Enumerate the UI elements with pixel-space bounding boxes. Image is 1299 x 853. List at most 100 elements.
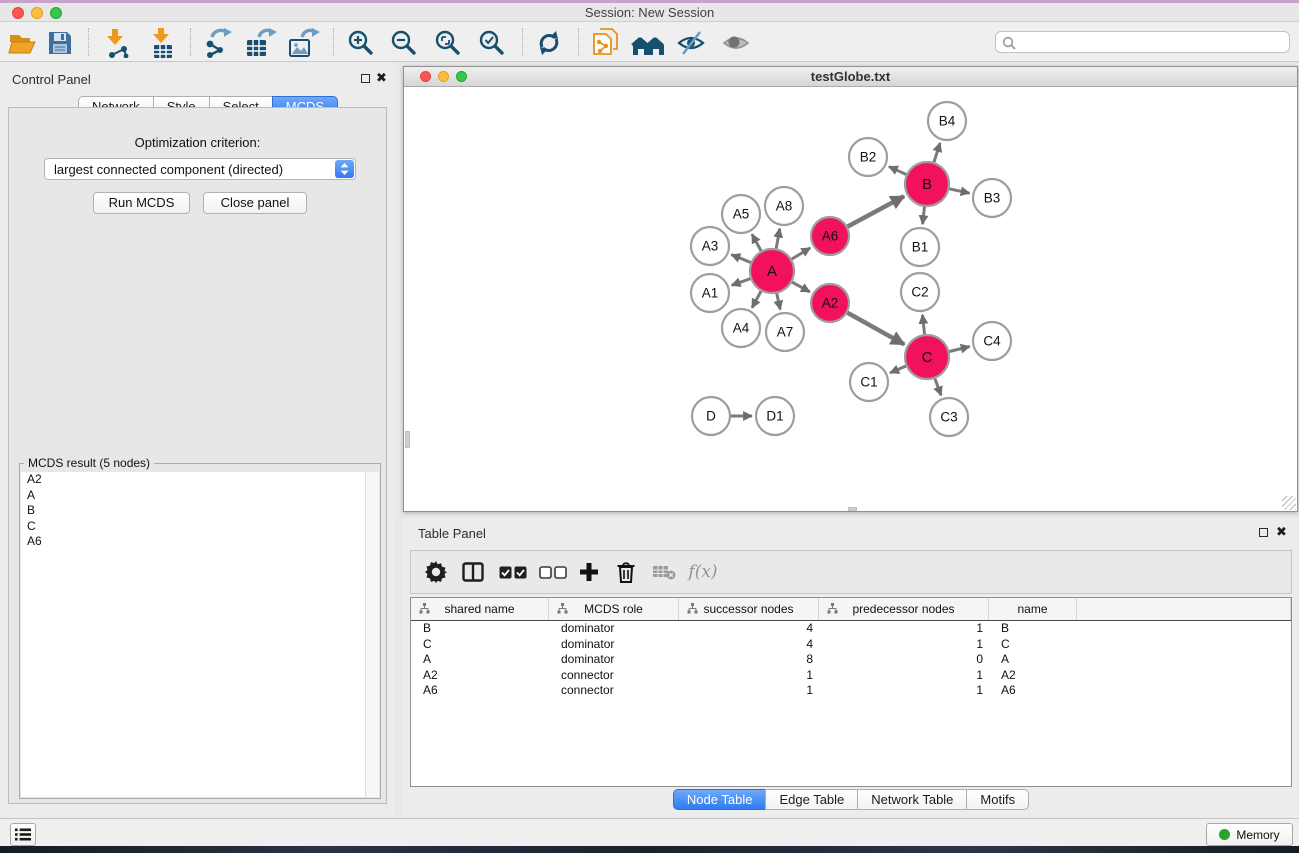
mcds-result-item[interactable]: A — [21, 488, 379, 504]
graph-node-B3[interactable]: B3 — [973, 179, 1011, 217]
delete-table-icon[interactable] — [646, 551, 682, 593]
graph-node-D[interactable]: D — [692, 397, 730, 435]
column-header-shared-name[interactable]: shared name — [411, 598, 549, 620]
memory-button[interactable]: Memory — [1206, 823, 1293, 846]
tab-motifs[interactable]: Motifs — [966, 789, 1029, 810]
network-window-titlebar[interactable]: testGlobe.txt — [404, 67, 1297, 87]
zoom-out-icon[interactable] — [387, 26, 421, 60]
graph-node-B[interactable]: B — [905, 162, 949, 206]
optimization-criterion-label: Optimization criterion: — [9, 135, 386, 150]
column-layout-icon[interactable] — [455, 551, 491, 593]
network-canvas[interactable]: B4 B2 B B3 B1 A5A8A6 A3 A A1 A2 C2 A4A7 C4 C C1 C3 D D1 — [404, 87, 1297, 511]
graph-node-A7[interactable]: A7 — [766, 313, 804, 351]
zoom-in-icon[interactable] — [344, 26, 378, 60]
graph-node-A6[interactable]: A6 — [811, 217, 849, 255]
zoom-fit-icon[interactable] — [431, 26, 465, 60]
open-session-icon[interactable] — [5, 26, 39, 60]
home-icon[interactable] — [631, 26, 665, 60]
table-row[interactable]: A2connector11A2 — [411, 668, 1291, 684]
deselect-all-checks-icon[interactable] — [535, 551, 571, 593]
svg-text:A3: A3 — [702, 239, 719, 254]
mcds-result-item[interactable]: C — [21, 519, 379, 535]
column-header-predecessor-nodes[interactable]: predecessor nodes — [819, 598, 989, 620]
save-session-icon[interactable] — [43, 26, 77, 60]
svg-text:A1: A1 — [702, 286, 719, 301]
mcds-panel: Optimization criterion: largest connecte… — [8, 107, 387, 804]
table-row[interactable]: A6connector11A6 — [411, 683, 1291, 699]
graph-node-A2[interactable]: A2 — [811, 284, 849, 322]
table-cell: connector — [549, 668, 679, 684]
mcds-result-list[interactable]: A2ABCA6 — [21, 472, 379, 797]
mcds-result-item[interactable]: A2 — [21, 472, 379, 488]
search-input[interactable] — [1020, 33, 1284, 51]
svg-text:C1: C1 — [860, 375, 877, 390]
graph-node-A[interactable]: A — [750, 249, 794, 293]
task-history-button[interactable] — [10, 823, 36, 846]
list-icon — [15, 828, 31, 841]
svg-text:A2: A2 — [822, 296, 839, 311]
export-table-icon[interactable] — [244, 26, 278, 60]
network-resize-grip[interactable] — [1282, 496, 1296, 510]
graph-node-C2[interactable]: C2 — [901, 273, 939, 311]
add-column-icon[interactable] — [571, 551, 607, 593]
column-header-successor-nodes[interactable]: successor nodes — [679, 598, 819, 620]
new-session-from-network-icon[interactable] — [589, 26, 623, 60]
graph-node-B1[interactable]: B1 — [901, 228, 939, 266]
graph-node-C1[interactable]: C1 — [850, 363, 888, 401]
float-table-panel-icon[interactable] — [1259, 528, 1268, 537]
network-hscroll-thumb[interactable] — [848, 507, 857, 511]
network-view-window: testGlobe.txt B4 B2 B B3 B1 A5A8A6 A3 A A1 A2 C2 A4… — [403, 66, 1298, 512]
table-cell: 1 — [819, 668, 989, 684]
table-cell — [1077, 683, 1291, 699]
import-network-icon[interactable] — [101, 26, 135, 60]
column-header-MCDS-role[interactable]: MCDS role — [549, 598, 679, 620]
table-row[interactable]: Cdominator41C — [411, 637, 1291, 653]
desktop-edge-bottom — [0, 846, 1299, 853]
export-network-icon[interactable] — [201, 26, 235, 60]
graph-node-A3[interactable]: A3 — [691, 227, 729, 265]
run-mcds-button[interactable]: Run MCDS — [93, 192, 190, 214]
zoom-selected-icon[interactable] — [475, 26, 509, 60]
float-panel-icon[interactable] — [361, 74, 370, 83]
table-cell — [1077, 621, 1291, 637]
close-table-panel-icon[interactable]: ✖ — [1276, 526, 1287, 539]
function-builder-icon[interactable]: f(x) — [685, 551, 721, 593]
export-image-icon[interactable] — [287, 26, 321, 60]
app-titlebar: Session: New Session — [0, 3, 1299, 22]
search-field[interactable] — [995, 31, 1290, 53]
mcds-result-item[interactable]: A6 — [21, 534, 379, 550]
table-row[interactable]: Adominator80A — [411, 652, 1291, 668]
select-all-checks-icon[interactable] — [495, 551, 531, 593]
import-table-icon[interactable] — [146, 26, 180, 60]
graph-node-D1[interactable]: D1 — [756, 397, 794, 435]
list-scrollbar[interactable] — [365, 472, 379, 797]
column-header-empty[interactable] — [1077, 598, 1291, 620]
graph-node-B4[interactable]: B4 — [928, 102, 966, 140]
hide-selected-icon[interactable] — [674, 26, 708, 60]
network-vscroll-thumb[interactable] — [405, 431, 410, 448]
column-header-name[interactable]: name — [989, 598, 1077, 620]
close-panel-button[interactable]: Close panel — [203, 192, 307, 214]
close-panel-icon[interactable]: ✖ — [376, 72, 387, 85]
graph-node-A4[interactable]: A4 — [722, 309, 760, 347]
graph-node-B2[interactable]: B2 — [849, 138, 887, 176]
table-row[interactable]: Bdominator41B — [411, 621, 1291, 637]
graph-node-A5[interactable]: A5 — [722, 195, 760, 233]
svg-text:C3: C3 — [940, 410, 957, 425]
settings-gear-icon[interactable] — [418, 551, 454, 593]
table-cell: 1 — [819, 621, 989, 637]
show-all-icon[interactable] — [719, 26, 753, 60]
graph-node-C[interactable]: C — [905, 335, 949, 379]
graph-node-C3[interactable]: C3 — [930, 398, 968, 436]
graph-node-A8[interactable]: A8 — [765, 187, 803, 225]
mcds-result-item[interactable]: B — [21, 503, 379, 519]
graph-node-A1[interactable]: A1 — [691, 274, 729, 312]
tab-edge-table[interactable]: Edge Table — [765, 789, 858, 810]
refresh-icon[interactable] — [532, 26, 566, 60]
delete-column-trash-icon[interactable] — [608, 551, 644, 593]
tab-network-table[interactable]: Network Table — [857, 789, 967, 810]
graph-node-C4[interactable]: C4 — [973, 322, 1011, 360]
tab-node-table[interactable]: Node Table — [673, 789, 767, 810]
control-panel-title: Control Panel — [12, 72, 91, 87]
criterion-select[interactable]: largest connected component (directed) — [44, 158, 356, 180]
